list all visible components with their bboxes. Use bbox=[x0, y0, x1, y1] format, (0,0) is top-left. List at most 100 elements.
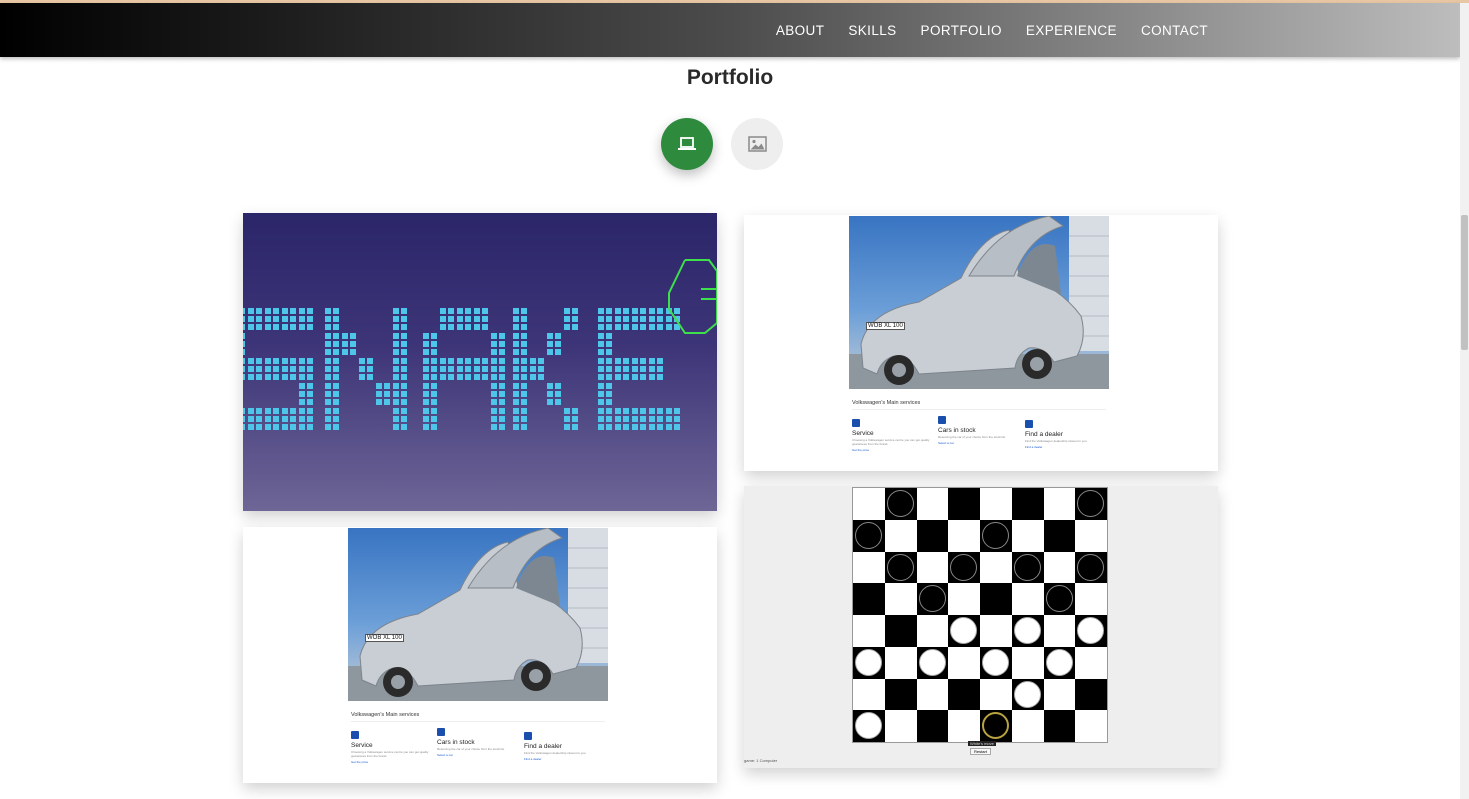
white-piece[interactable] bbox=[982, 648, 1009, 676]
board-square[interactable] bbox=[1075, 646, 1107, 679]
board-square[interactable] bbox=[980, 519, 1012, 552]
vw-service-link[interactable]: Get the price bbox=[351, 760, 431, 764]
board-square[interactable] bbox=[1075, 678, 1107, 711]
white-piece[interactable] bbox=[1013, 680, 1041, 708]
white-piece[interactable] bbox=[855, 712, 882, 740]
vw-service-link[interactable]: Get the price bbox=[852, 448, 932, 452]
vw-stock-link[interactable]: Select a car bbox=[437, 753, 517, 757]
board-square[interactable] bbox=[948, 519, 980, 552]
board-square[interactable] bbox=[948, 646, 980, 679]
vw-stock-link[interactable]: Select a car bbox=[938, 441, 1018, 445]
black-piece[interactable] bbox=[982, 521, 1009, 549]
nav-link-experience[interactable]: EXPERIENCE bbox=[1026, 23, 1117, 38]
board-square[interactable] bbox=[948, 615, 980, 647]
black-piece[interactable] bbox=[855, 521, 882, 549]
board-square[interactable] bbox=[1043, 488, 1076, 520]
nav-link-contact[interactable]: CONTACT bbox=[1141, 23, 1208, 38]
scrollbar-thumb[interactable] bbox=[1461, 215, 1468, 350]
board-square[interactable] bbox=[853, 551, 885, 584]
filter-web-projects-button[interactable] bbox=[661, 118, 713, 170]
board-square[interactable] bbox=[853, 488, 885, 520]
board-square[interactable] bbox=[853, 646, 885, 679]
black-piece[interactable] bbox=[1077, 553, 1105, 581]
board-square[interactable] bbox=[916, 678, 949, 711]
board-square[interactable] bbox=[1011, 519, 1044, 552]
board-square[interactable] bbox=[1043, 646, 1076, 679]
white-piece[interactable] bbox=[918, 648, 946, 676]
black-piece[interactable] bbox=[1013, 553, 1041, 581]
board-square[interactable] bbox=[980, 583, 1012, 615]
board-square[interactable] bbox=[884, 710, 917, 742]
board-square[interactable] bbox=[980, 488, 1012, 520]
board-square[interactable] bbox=[1075, 615, 1107, 647]
board-square[interactable] bbox=[1043, 519, 1076, 552]
board-square[interactable] bbox=[853, 583, 885, 615]
board-square[interactable] bbox=[884, 551, 917, 584]
nav-link-about[interactable]: ABOUT bbox=[776, 23, 825, 38]
board-square[interactable] bbox=[916, 615, 949, 647]
board-square[interactable] bbox=[980, 646, 1012, 679]
board-square[interactable] bbox=[916, 710, 949, 742]
board-square[interactable] bbox=[1043, 678, 1076, 711]
black-piece[interactable] bbox=[918, 585, 946, 613]
white-piece[interactable] bbox=[1013, 617, 1041, 644]
black-piece[interactable] bbox=[950, 553, 978, 581]
nav-link-skills[interactable]: SKILLS bbox=[848, 23, 896, 38]
black-piece[interactable] bbox=[1045, 585, 1073, 613]
white-piece[interactable] bbox=[950, 617, 978, 644]
board-square[interactable] bbox=[916, 551, 949, 584]
project-card-volkswagen-duplicate[interactable]: WOB XL 100 Volkswagen's Main services Se… bbox=[243, 527, 717, 783]
black-piece[interactable] bbox=[1077, 490, 1105, 517]
board-square[interactable] bbox=[1043, 583, 1076, 615]
board-square[interactable] bbox=[884, 488, 917, 520]
board-square[interactable] bbox=[1011, 583, 1044, 615]
board-square[interactable] bbox=[1043, 710, 1076, 742]
board-square[interactable] bbox=[853, 710, 885, 742]
board-square[interactable] bbox=[1011, 615, 1044, 647]
board-square[interactable] bbox=[1075, 551, 1107, 584]
board-square[interactable] bbox=[948, 551, 980, 584]
vw-dealer-link[interactable]: Find a dealer bbox=[524, 757, 604, 761]
board-square[interactable] bbox=[948, 678, 980, 711]
vw-dealer-link[interactable]: Find a dealer bbox=[1025, 445, 1105, 449]
board-square[interactable] bbox=[916, 488, 949, 520]
board-square[interactable] bbox=[980, 615, 1012, 647]
white-piece[interactable] bbox=[1045, 648, 1073, 676]
board-square[interactable] bbox=[1075, 519, 1107, 552]
board-square[interactable] bbox=[1011, 678, 1044, 711]
board-square[interactable] bbox=[948, 488, 980, 520]
board-square[interactable] bbox=[980, 678, 1012, 711]
board-square[interactable] bbox=[948, 583, 980, 615]
board-square[interactable] bbox=[1075, 583, 1107, 615]
board-square[interactable] bbox=[884, 646, 917, 679]
black-piece[interactable] bbox=[886, 490, 914, 517]
board-square[interactable] bbox=[948, 710, 980, 742]
board-square[interactable] bbox=[884, 615, 917, 647]
black-piece[interactable] bbox=[886, 553, 914, 581]
board-square[interactable] bbox=[1011, 551, 1044, 584]
board-square[interactable] bbox=[1075, 710, 1107, 742]
board-square[interactable] bbox=[980, 551, 1012, 584]
board-square[interactable] bbox=[1043, 615, 1076, 647]
board-square[interactable] bbox=[884, 519, 917, 552]
filter-images-button[interactable] bbox=[731, 118, 783, 170]
project-card-snake[interactable] bbox=[243, 213, 717, 511]
board-square[interactable] bbox=[916, 583, 949, 615]
board-square[interactable] bbox=[1075, 488, 1107, 520]
restart-button[interactable]: Restart bbox=[970, 748, 991, 755]
white-piece[interactable] bbox=[1077, 617, 1105, 644]
board-square[interactable] bbox=[1011, 710, 1044, 742]
board-square[interactable] bbox=[1011, 646, 1044, 679]
board-square[interactable] bbox=[1043, 551, 1076, 584]
board-square[interactable] bbox=[884, 583, 917, 615]
board-square[interactable] bbox=[853, 519, 885, 552]
white-piece[interactable] bbox=[855, 648, 882, 676]
board-square[interactable] bbox=[884, 678, 917, 711]
nav-link-portfolio[interactable]: PORTFOLIO bbox=[921, 23, 1002, 38]
board-square[interactable] bbox=[853, 615, 885, 647]
board-square[interactable] bbox=[853, 678, 885, 711]
board-square[interactable] bbox=[916, 646, 949, 679]
page-scrollbar[interactable] bbox=[1460, 3, 1469, 799]
board-square[interactable] bbox=[1011, 488, 1044, 520]
project-card-volkswagen[interactable]: WOB XL 100 Volkswagen's Main services Se… bbox=[744, 215, 1218, 471]
